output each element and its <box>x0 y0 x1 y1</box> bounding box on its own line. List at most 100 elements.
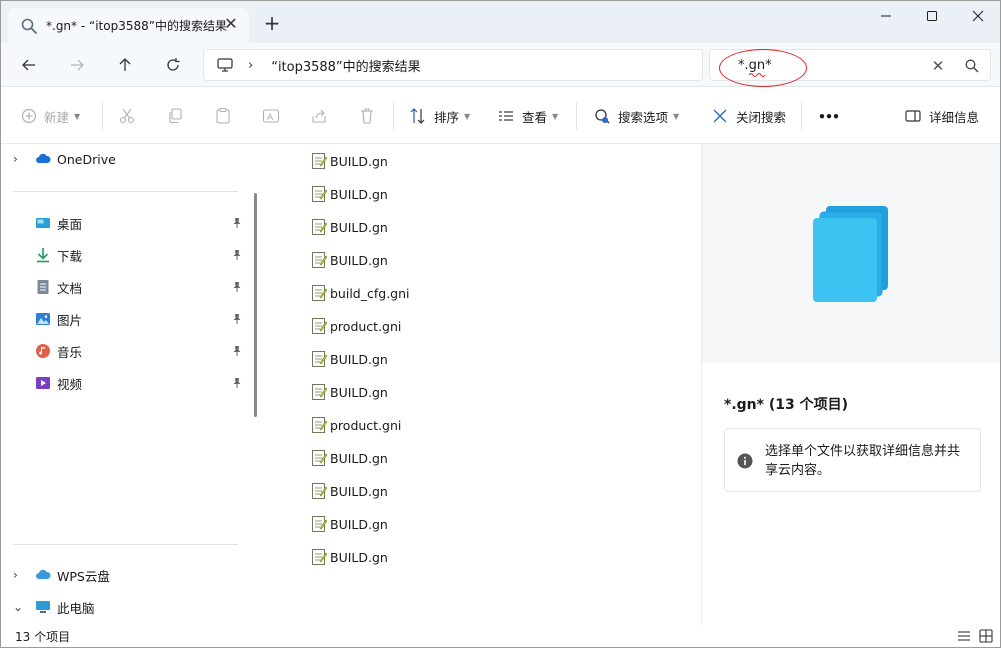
maximize-icon[interactable] <box>909 1 955 31</box>
refresh-icon[interactable] <box>160 53 186 77</box>
close-search-button[interactable]: 关闭搜索 <box>711 104 786 128</box>
rename-button[interactable]: A <box>262 104 287 128</box>
file-row[interactable]: BUILD.gn <box>311 546 388 568</box>
copy-button[interactable] <box>166 104 191 128</box>
scissors-icon <box>119 108 135 124</box>
plus-icon[interactable]: + <box>263 13 281 33</box>
address-bar: › “itop3588”中的搜索结果 ✕ <box>1 43 1000 87</box>
file-list: BUILD.gn BUILD.gn BUILD.gn BUILD.gn build_cf… <box>263 144 700 625</box>
back-arrow-icon[interactable] <box>16 53 42 77</box>
pin-icon[interactable] <box>231 345 243 357</box>
text-file-icon <box>312 186 327 202</box>
text-file-icon <box>312 285 327 301</box>
file-row[interactable]: BUILD.gn <box>311 513 388 535</box>
details-label: 详细信息 <box>929 109 980 125</box>
tiles-view-icon[interactable] <box>979 629 993 643</box>
details-view-icon[interactable] <box>957 629 971 643</box>
spellcheck-underline <box>749 73 765 77</box>
minimize-icon[interactable] <box>863 1 909 31</box>
share-button[interactable] <box>310 104 335 128</box>
close-tab-icon[interactable]: ✕ <box>223 16 239 32</box>
rename-icon: A <box>262 109 280 123</box>
file-name: BUILD.gn <box>330 186 388 202</box>
chevron-down-icon[interactable]: ⌄ <box>13 600 25 614</box>
view-button[interactable]: 查看 ▼ <box>497 104 558 128</box>
file-row[interactable]: product.gni <box>311 414 401 436</box>
status-bar: 13 个项目 <box>1 625 1000 647</box>
up-arrow-icon[interactable] <box>112 53 138 77</box>
pin-icon[interactable] <box>231 313 243 325</box>
file-name: BUILD.gn <box>330 384 388 400</box>
file-row[interactable]: BUILD.gn <box>311 216 388 238</box>
file-row[interactable]: BUILD.gn <box>311 183 388 205</box>
sidebar-scrollbar[interactable] <box>254 193 257 417</box>
chevron-right-icon[interactable]: › <box>248 58 253 73</box>
sidebar-item-wps[interactable]: › WPS云盘 <box>1 563 241 587</box>
file-row[interactable]: BUILD.gn <box>311 447 388 469</box>
text-file-icon <box>312 252 327 268</box>
new-button[interactable]: 新建 ▼ <box>21 104 80 128</box>
file-row[interactable]: product.gni <box>311 315 401 337</box>
tab-search-results[interactable]: *.gn* - “itop3588”中的搜索结果 ✕ <box>8 8 249 43</box>
file-row[interactable]: BUILD.gn <box>311 348 388 370</box>
details-pane-button[interactable]: 详细信息 <box>904 104 979 128</box>
sidebar-item-label: OneDrive <box>57 151 116 167</box>
file-row[interactable]: build_cfg.gni <box>311 282 410 304</box>
sidebar-item-this-pc[interactable]: ⌄ 此电脑 <box>1 595 241 619</box>
search-icon[interactable] <box>964 58 980 74</box>
forward-arrow-icon[interactable] <box>64 53 90 77</box>
search-options-button[interactable]: 搜索选项 ▼ <box>593 104 679 128</box>
sidebar-item-downloads[interactable]: 下载 <box>1 243 241 267</box>
divider <box>102 102 103 130</box>
computer-icon <box>217 58 233 72</box>
search-box[interactable]: ✕ <box>709 49 991 87</box>
file-row[interactable]: BUILD.gn <box>311 249 388 271</box>
cut-button[interactable] <box>118 104 143 128</box>
divider <box>576 102 577 130</box>
desktop-icon <box>36 218 50 228</box>
clear-search-icon[interactable]: ✕ <box>930 58 946 74</box>
file-row[interactable]: BUILD.gn <box>311 150 388 172</box>
sidebar-item-documents[interactable]: 文档 <box>1 275 241 299</box>
pin-icon[interactable] <box>231 249 243 261</box>
file-name: BUILD.gn <box>330 516 388 532</box>
sidebar-item-music[interactable]: 音乐 <box>1 339 241 363</box>
pin-icon[interactable] <box>231 377 243 389</box>
text-file-icon <box>312 450 327 466</box>
sort-label: 排序 <box>434 109 460 125</box>
close-icon[interactable] <box>955 1 1000 31</box>
path-bar[interactable]: › “itop3588”中的搜索结果 <box>203 49 703 81</box>
paste-button[interactable] <box>214 104 239 128</box>
navigation-pane: › OneDrive 桌面 下载 文档 图片 音乐 视频 › WPS云盘 ⌄ 此… <box>1 144 251 625</box>
text-file-icon <box>312 516 327 532</box>
sidebar-item-videos[interactable]: 视频 <box>1 371 241 395</box>
wps-cloud-icon <box>36 569 51 579</box>
sort-button[interactable]: 排序 ▼ <box>409 104 470 128</box>
file-row[interactable]: BUILD.gn <box>311 480 388 502</box>
breadcrumb[interactable]: “itop3588”中的搜索结果 <box>271 56 420 75</box>
new-button-label: 新建 <box>44 109 70 125</box>
sidebar-item-label: 此电脑 <box>57 600 95 616</box>
svg-text:A: A <box>267 113 274 123</box>
more-options-button[interactable]: ••• <box>818 104 840 128</box>
list-view-icon <box>499 111 513 121</box>
chevron-right-icon[interactable]: › <box>13 568 25 582</box>
pin-icon[interactable] <box>231 217 243 229</box>
search-options-icon <box>595 109 610 124</box>
view-label: 查看 <box>522 109 548 125</box>
search-icon <box>21 18 37 34</box>
tab-title: *.gn* - “itop3588”中的搜索结果 <box>46 19 227 33</box>
file-row[interactable]: BUILD.gn <box>311 381 388 403</box>
file-name: BUILD.gn <box>330 219 388 235</box>
sidebar-item-pictures[interactable]: 图片 <box>1 307 241 331</box>
text-file-icon <box>312 153 327 169</box>
delete-button[interactable] <box>358 104 383 128</box>
sidebar-item-desktop[interactable]: 桌面 <box>1 211 241 235</box>
info-text: 选择单个文件以获取详细信息并共享云内容。 <box>765 444 961 478</box>
sidebar-item-onedrive[interactable]: › OneDrive <box>1 147 241 171</box>
text-file-icon <box>312 483 327 499</box>
file-name: build_cfg.gni <box>330 285 410 301</box>
file-name: BUILD.gn <box>330 483 388 499</box>
pin-icon[interactable] <box>231 281 243 293</box>
chevron-right-icon[interactable]: › <box>13 152 25 166</box>
